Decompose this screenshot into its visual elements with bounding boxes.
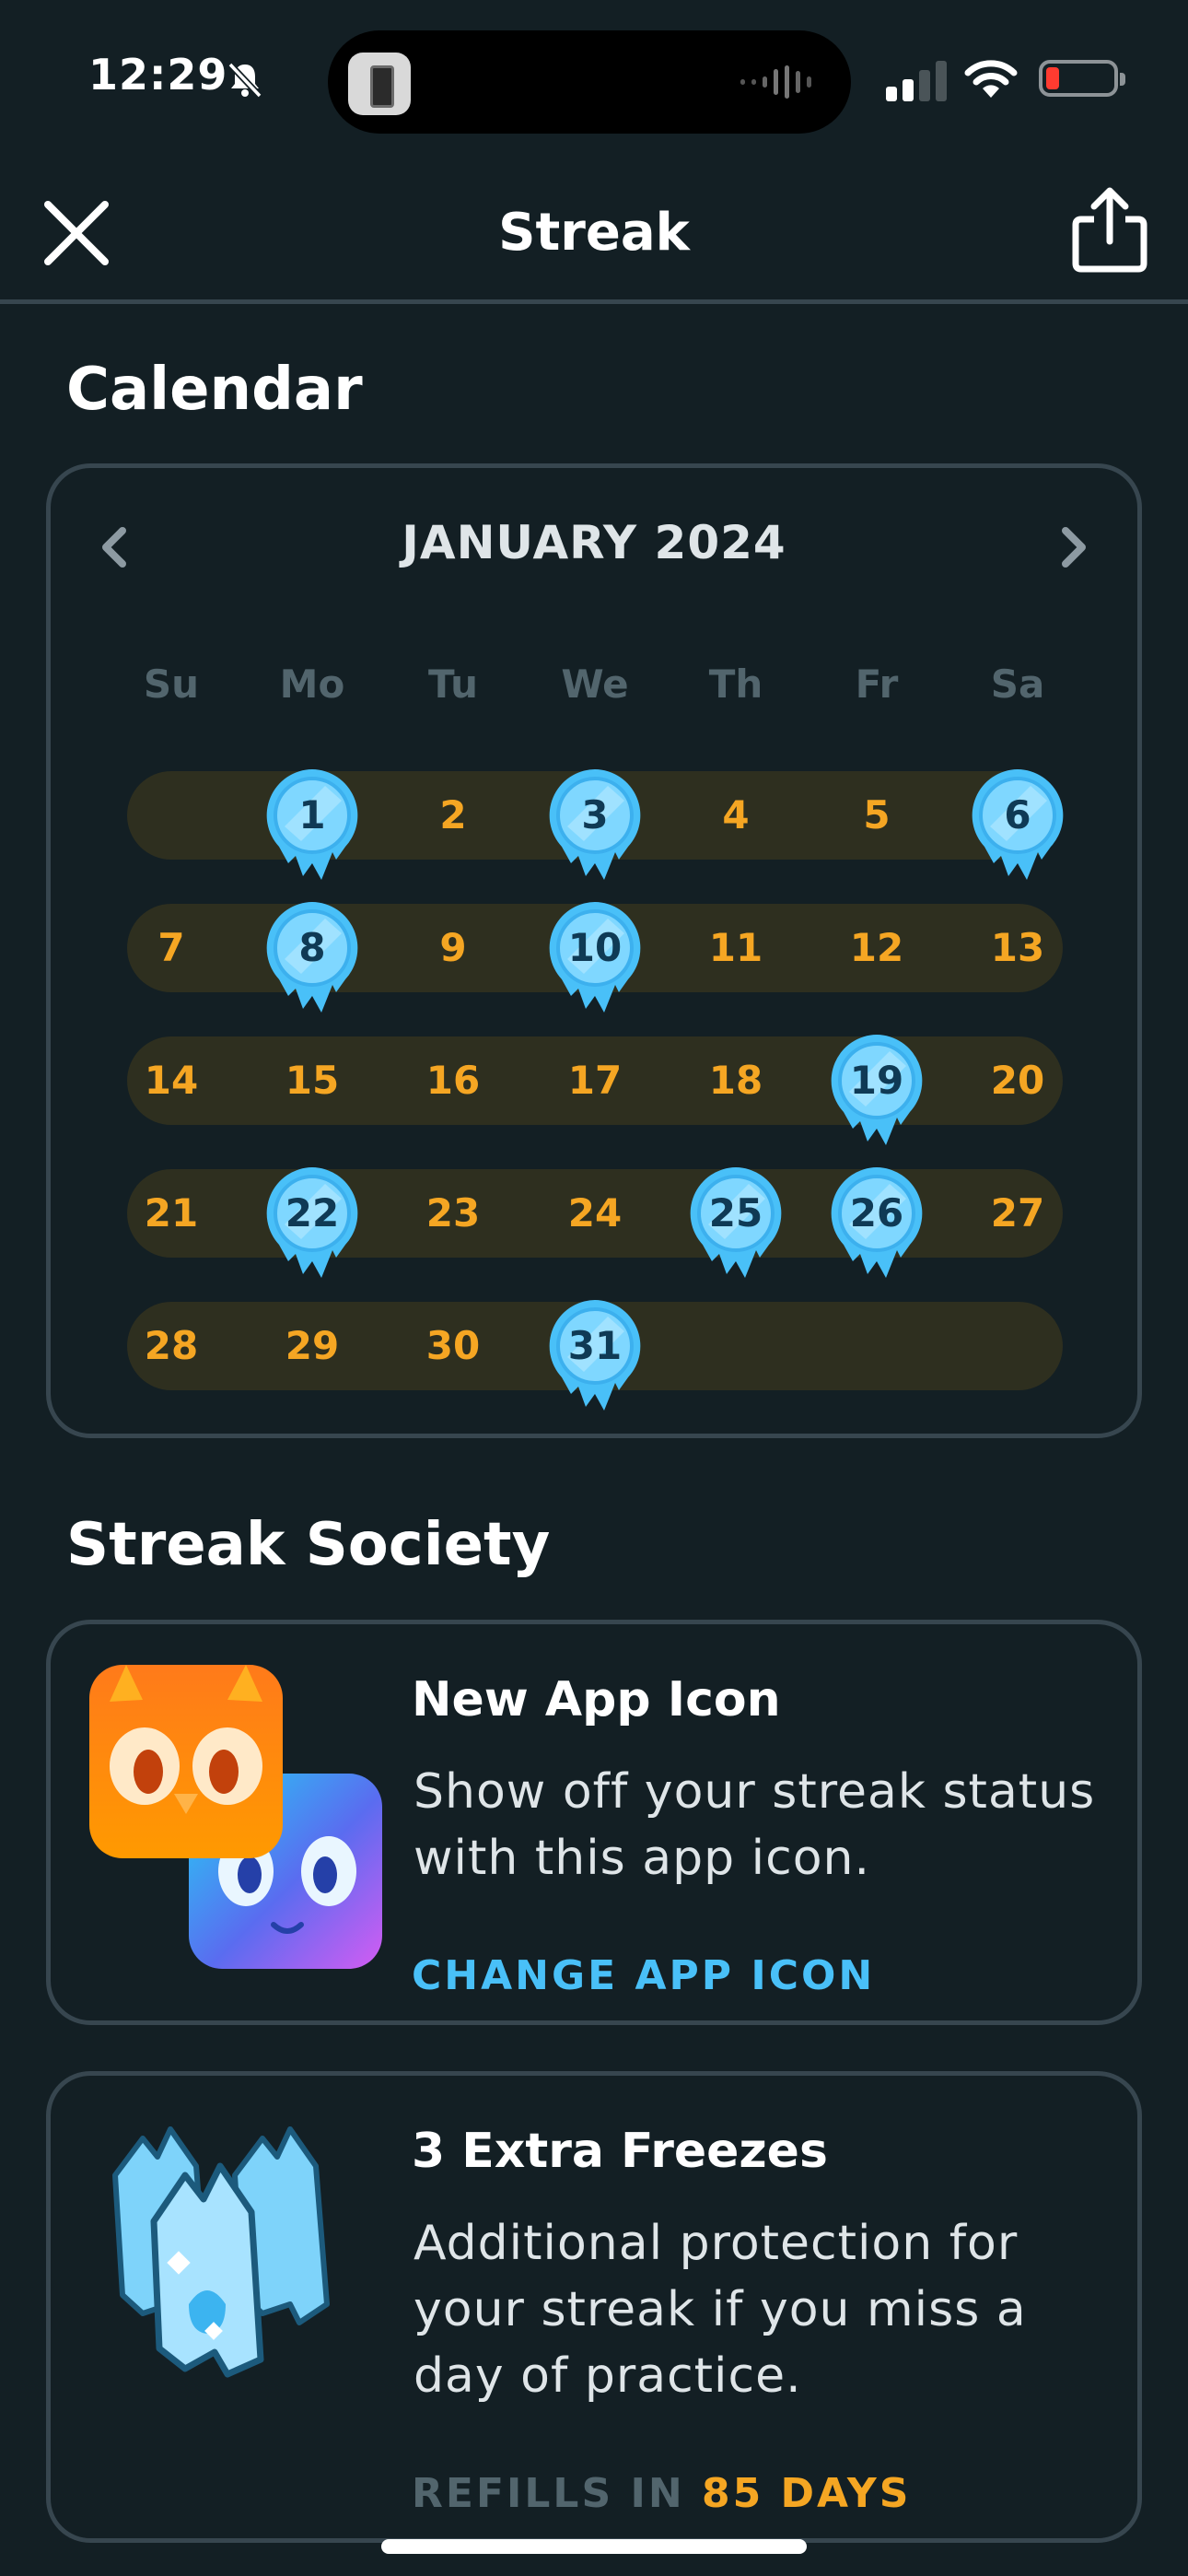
- calendar-day[interactable]: 27: [970, 1165, 1066, 1261]
- calendar-day-frozen[interactable]: 10: [547, 900, 643, 1013]
- share-icon[interactable]: [1068, 184, 1151, 276]
- top-nav-bar: Streak: [0, 157, 1188, 304]
- refill-status: REFILLS IN 85 DAYS: [412, 2470, 911, 2517]
- day-number: 31: [567, 1323, 623, 1368]
- day-number: 16: [425, 1058, 481, 1103]
- status-bar: 12:29: [0, 0, 1188, 157]
- day-number: 13: [990, 925, 1045, 970]
- calendar-day-frozen[interactable]: 31: [547, 1298, 643, 1411]
- day-number: 21: [144, 1190, 199, 1235]
- calendar-day[interactable]: 14: [123, 1033, 219, 1129]
- weekday-label: Fr: [855, 662, 899, 707]
- audio-waveform-icon: [740, 65, 811, 99]
- signal-icon: [886, 61, 947, 101]
- calendar-day-frozen[interactable]: 22: [264, 1165, 360, 1278]
- day-number: 4: [722, 792, 750, 837]
- extra-freezes-card: 3 Extra Freezes Additional protection fo…: [46, 2071, 1142, 2543]
- day-number: 24: [567, 1190, 623, 1235]
- day-number: 8: [298, 925, 326, 970]
- calendar-day[interactable]: 21: [123, 1165, 219, 1261]
- calendar-day-frozen[interactable]: 6: [970, 767, 1066, 880]
- calendar-day[interactable]: 30: [405, 1298, 501, 1394]
- day-number: 19: [849, 1058, 904, 1103]
- app-icon-card-description: Show off your streak status with this ap…: [413, 1764, 1096, 1886]
- calendar-day-frozen[interactable]: 3: [547, 767, 643, 880]
- weekday-label: Tu: [428, 662, 478, 707]
- day-number: 14: [144, 1058, 199, 1103]
- calendar-day[interactable]: 16: [405, 1033, 501, 1129]
- calendar-day-frozen[interactable]: 8: [264, 900, 360, 1013]
- streak-freeze-illustration: [112, 2126, 330, 2378]
- freezes-card-title: 3 Extra Freezes: [412, 2124, 828, 2179]
- next-month-icon[interactable]: [1051, 520, 1097, 575]
- weekday-label: We: [561, 662, 629, 707]
- calendar-day[interactable]: 9: [405, 900, 501, 996]
- change-app-icon-button[interactable]: CHANGE APP ICON: [412, 1952, 875, 1999]
- calendar-day-frozen[interactable]: 26: [829, 1165, 925, 1278]
- calendar-day[interactable]: 2: [405, 767, 501, 863]
- day-number: 20: [990, 1058, 1045, 1103]
- dynamic-island: [328, 30, 851, 134]
- status-time: 12:29: [88, 50, 228, 100]
- refill-prefix: REFILLS IN: [412, 2470, 685, 2517]
- calendar-day[interactable]: 23: [405, 1165, 501, 1261]
- calendar-day-frozen[interactable]: 25: [688, 1165, 784, 1278]
- day-number: 15: [285, 1058, 340, 1103]
- calendar-day[interactable]: 15: [264, 1033, 360, 1129]
- day-number: 29: [285, 1323, 340, 1368]
- calendar-day[interactable]: 11: [688, 900, 784, 996]
- day-number: 27: [990, 1190, 1045, 1235]
- calendar-day[interactable]: 12: [829, 900, 925, 996]
- app-icon-card-title: New App Icon: [412, 1672, 781, 1727]
- weekday-label: Su: [143, 662, 200, 707]
- wifi-icon: [964, 60, 1018, 98]
- freezes-card-description: Additional protection for your streak if…: [413, 2216, 1027, 2404]
- calendar-day[interactable]: 17: [547, 1033, 643, 1129]
- battery-low-icon: [1039, 60, 1125, 97]
- bell-slash-icon: [227, 62, 262, 99]
- day-number: 22: [285, 1190, 340, 1235]
- calendar-day[interactable]: 28: [123, 1298, 219, 1394]
- calendar-day-frozen[interactable]: 1: [264, 767, 360, 880]
- streak-society-section-title: Streak Society: [66, 1511, 551, 1579]
- app-icon-illustration: [89, 1665, 382, 1969]
- calendar-day[interactable]: 29: [264, 1298, 360, 1394]
- calendar-day[interactable]: 18: [688, 1033, 784, 1129]
- calendar-day[interactable]: 7: [123, 900, 219, 996]
- weekday-label: Th: [708, 662, 763, 707]
- day-number: 6: [1004, 792, 1031, 837]
- calendar-card: JANUARY 2024 Su Mo Tu We Th Fr Sa 1 2 3 4 5 6 7 8 9 10 1…: [46, 463, 1142, 1438]
- day-number: 18: [708, 1058, 763, 1103]
- day-number: 25: [708, 1190, 763, 1235]
- day-number: 9: [439, 925, 467, 970]
- home-indicator[interactable]: [381, 2539, 807, 2554]
- day-number: 12: [849, 925, 904, 970]
- day-number: 28: [144, 1323, 199, 1368]
- live-activity-app-icon: [348, 53, 411, 115]
- new-app-icon-card: New App Icon Show off your streak status…: [46, 1620, 1142, 2025]
- calendar-day[interactable]: 4: [688, 767, 784, 863]
- day-number: 1: [298, 792, 326, 837]
- calendar-day[interactable]: 13: [970, 900, 1066, 996]
- refill-days: 85 DAYS: [701, 2470, 912, 2517]
- day-number: 5: [863, 792, 891, 837]
- day-number: 23: [425, 1190, 481, 1235]
- calendar-section-title: Calendar: [66, 356, 363, 424]
- calendar-day[interactable]: 24: [547, 1165, 643, 1261]
- calendar-day[interactable]: 5: [829, 767, 925, 863]
- day-number: 2: [439, 792, 467, 837]
- day-number: 30: [425, 1323, 481, 1368]
- calendar-day[interactable]: 20: [970, 1033, 1066, 1129]
- weekday-label: Sa: [990, 662, 1045, 707]
- day-number: 7: [157, 925, 185, 970]
- month-label: JANUARY 2024: [402, 516, 786, 569]
- calendar-day-frozen[interactable]: 19: [829, 1033, 925, 1145]
- page-title: Streak: [498, 203, 690, 263]
- day-number: 17: [567, 1058, 623, 1103]
- day-number: 26: [849, 1190, 904, 1235]
- day-number: 11: [708, 925, 763, 970]
- day-number: 10: [567, 925, 623, 970]
- weekday-label: Mo: [279, 662, 345, 707]
- day-number: 3: [581, 792, 609, 837]
